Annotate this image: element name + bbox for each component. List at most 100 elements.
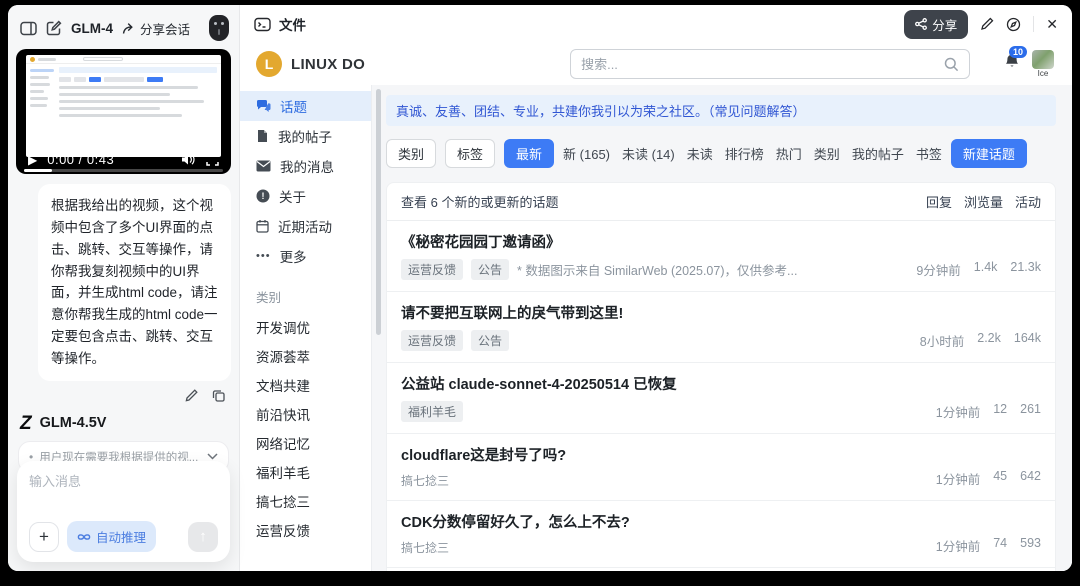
category-item-news[interactable]: 前沿快讯 (240, 399, 371, 428)
avatar-image (1031, 49, 1054, 69)
topic-title[interactable]: 《秘密花园园丁邀请函》 (401, 231, 1041, 252)
topic-title[interactable]: 公益站 claude-sonnet-4-20250514 已恢复 (401, 373, 1041, 394)
add-attachment-button[interactable]: + (29, 521, 59, 552)
new-topics-notice[interactable]: 查看 6 个新的或更新的话题 (401, 192, 558, 211)
filter-categories[interactable]: 类别 (814, 144, 840, 163)
sidebar-item-label: 近期活动 (278, 220, 332, 235)
forum-sidebar: 话题 我的帖子 我的消息 ! 关于 近期活动 ••• 更多 类别 开发调优 资源… (240, 85, 372, 571)
video-player[interactable]: ▶ 0:00 / 0:43 (16, 49, 231, 174)
sidebar-item-about[interactable]: ! 关于 (240, 181, 371, 211)
user-avatar[interactable]: Ice (1030, 49, 1056, 79)
sidebar-item-my-posts[interactable]: 我的帖子 (240, 121, 371, 151)
topic-category[interactable]: 搞七捻三 (401, 472, 449, 489)
topic-category[interactable]: 搞七捻三 (401, 539, 449, 556)
topic-stats: 1分钟前 45 642 (936, 469, 1041, 488)
category-item-feedback[interactable]: 运营反馈 (240, 515, 371, 544)
category-item-memory[interactable]: 网络记忆 (240, 428, 371, 457)
video-progress-bar[interactable] (24, 169, 223, 172)
chat-header: GLM-4 分享会话 (8, 5, 239, 47)
preview-share-button[interactable]: 分享 (904, 9, 969, 39)
filter-new[interactable]: 新 (165) (563, 144, 610, 163)
edit-preview-icon[interactable] (980, 17, 994, 31)
search-icon[interactable] (944, 57, 959, 72)
linuxdo-logo[interactable]: L (256, 51, 282, 77)
close-icon[interactable]: ✕ (1046, 16, 1058, 33)
search-input[interactable] (581, 56, 945, 72)
send-button[interactable]: ↑ (188, 521, 218, 552)
topic-stats: 8小时前 2.2k 164k (920, 331, 1041, 350)
filter-hot[interactable]: 热门 (776, 144, 802, 163)
collapse-sidebar-icon[interactable] (20, 21, 37, 36)
volume-icon[interactable] (181, 153, 196, 166)
topic-row[interactable]: 请不要把互联网上的戾气带到这里! 运营反馈 公告 8小时前 2.2k 164k (387, 292, 1055, 363)
tag-pill[interactable]: 运营反馈 (401, 259, 464, 280)
zhipu-logo-icon: Z (20, 412, 32, 434)
category-dropdown-button[interactable]: 类别 (386, 139, 437, 168)
play-icon[interactable]: ▶ (28, 153, 37, 167)
faq-link[interactable]: （常见问题解答） (708, 104, 806, 119)
edit-message-icon[interactable] (185, 389, 198, 402)
forum-content: 真诚、友善、团结、专业，共建你我引以为荣之社区。（常见问题解答） 类别 标签 最… (372, 85, 1072, 571)
topic-row[interactable]: 公益站 claude-sonnet-4-20250514 已恢复 福利羊毛 1分… (387, 363, 1055, 434)
preview-share-label: 分享 (932, 18, 958, 33)
video-thumbnail (26, 55, 221, 157)
category-item-deals[interactable]: 福利羊毛 (240, 457, 371, 486)
info-icon: ! (256, 189, 270, 203)
category-item-resources[interactable]: 资源荟萃 (240, 341, 371, 370)
new-topic-button[interactable]: 新建话题 (950, 139, 1027, 168)
column-views[interactable]: 浏览量 (964, 192, 1003, 211)
tag-dropdown-button[interactable]: 标签 (445, 139, 496, 168)
share-arrow-icon (122, 22, 133, 34)
share-conversation-button[interactable]: 分享会话 (122, 19, 190, 38)
share-conversation-label: 分享会话 (140, 22, 191, 37)
topic-row[interactable]: CDK分数停留好久了，怎么上不去? 搞七捻三 1分钟前 74 593 (387, 501, 1055, 568)
column-replies[interactable]: 回复 (926, 192, 952, 211)
tag-pill[interactable]: 公告 (471, 259, 510, 280)
topic-title[interactable]: 请不要把互联网上的戾气带到这里! (401, 302, 1041, 323)
topic-title[interactable]: cloudflare这是封号了吗? (401, 444, 1041, 465)
sidebar-item-topics[interactable]: 话题 (240, 91, 371, 121)
sidebar-item-label: 话题 (280, 100, 307, 115)
share-nodes-icon (915, 18, 928, 30)
filter-unread-count[interactable]: 未读 (14) (622, 144, 675, 163)
column-activity[interactable]: 活动 (1015, 192, 1041, 211)
copy-message-icon[interactable] (212, 389, 225, 402)
fullscreen-icon[interactable] (206, 153, 219, 166)
topic-stats: 9分钟前 1.4k 21.3k (916, 260, 1041, 279)
forum-brand[interactable]: LINUX DO (291, 56, 365, 73)
community-banner: 真诚、友善、团结、专业，共建你我引以为荣之社区。（常见问题解答） (386, 95, 1056, 126)
ellipsis-icon: ••• (256, 250, 271, 262)
topic-excerpt: * 数据图示来自 SimilarWeb (2025.07)，仅供参考... (517, 264, 798, 278)
model-row: Z GLM-4.5V (8, 408, 239, 437)
sidebar-item-label: 更多 (279, 250, 307, 265)
topic-list-card: 查看 6 个新的或更新的话题 回复 浏览量 活动 《秘密花园园丁邀请函》 运营反… (386, 182, 1056, 571)
topic-title[interactable]: CDK分数停留好久了，怎么上不去? (401, 511, 1041, 532)
category-item-docs[interactable]: 文档共建 (240, 370, 371, 399)
browser-compass-icon[interactable] (1006, 17, 1021, 32)
category-item-misc[interactable]: 搞七捻三 (240, 486, 371, 515)
sidebar-item-my-messages[interactable]: 我的消息 (240, 151, 371, 181)
user-message: 根据我给出的视频，这个视频中包含了多个UI界面的点击、跳转、交互等操作，请你帮我… (38, 184, 231, 381)
topic-row[interactable]: cloudflare这是封号了吗? 搞七捻三 1分钟前 45 642 (387, 434, 1055, 501)
scrollbar-thumb[interactable] (376, 89, 381, 335)
tag-pill[interactable]: 福利羊毛 (401, 401, 464, 422)
category-section-label: 类别 (256, 291, 282, 305)
sidebar-item-recent-activity[interactable]: 近期活动 (240, 211, 371, 241)
sidebar-item-more[interactable]: ••• 更多 (240, 241, 371, 271)
category-item-dev[interactable]: 开发调优 (240, 312, 371, 341)
notifications-button[interactable]: 10 (1004, 45, 1027, 75)
topic-row[interactable]: windows更新后，声音没了，越来越想转苹果了 搞七捻三 1分钟前 76 47… (387, 568, 1055, 571)
message-input[interactable] (29, 474, 218, 489)
topic-replies: 1.4k (973, 260, 998, 274)
filter-my-posts[interactable]: 我的帖子 (852, 144, 904, 163)
topic-time: 9分钟前 (916, 264, 961, 278)
new-chat-icon[interactable] (46, 20, 62, 36)
filter-leaderboard[interactable]: 排行榜 (725, 144, 764, 163)
topic-row[interactable]: 《秘密花园园丁邀请函》 运营反馈 公告 * 数据图示来自 SimilarWeb … (387, 221, 1055, 292)
latest-tab[interactable]: 最新 (504, 139, 555, 168)
filter-unread[interactable]: 未读 (687, 144, 713, 163)
tag-pill[interactable]: 公告 (471, 330, 510, 351)
filter-bookmarks[interactable]: 书签 (916, 144, 942, 163)
tag-pill[interactable]: 运营反馈 (401, 330, 464, 351)
auto-reasoning-toggle[interactable]: 自动推理 (67, 521, 157, 552)
